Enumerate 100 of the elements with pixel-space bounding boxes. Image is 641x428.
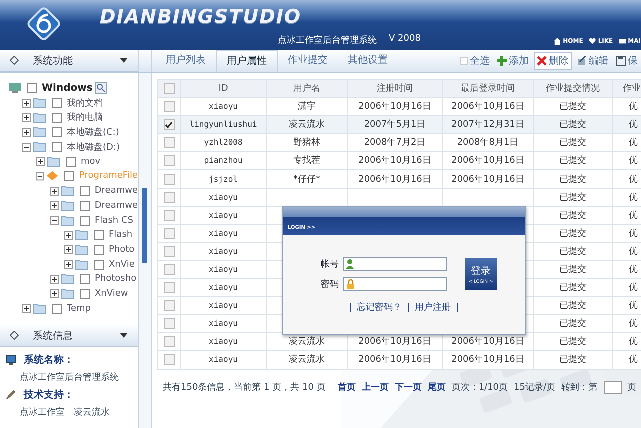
collapse-icon[interactable]	[36, 172, 44, 181]
checkbox[interactable]	[164, 318, 174, 330]
tree-item[interactable]: Flash CS	[95, 216, 134, 226]
tab[interactable]: 用户属性	[216, 50, 278, 72]
tree-item[interactable]: Photosho	[95, 274, 137, 284]
checkbox[interactable]	[164, 119, 174, 130]
expand-icon[interactable]	[36, 157, 45, 166]
checkbox[interactable]	[66, 156, 76, 167]
table-cell: 2006年10月16日	[452, 337, 524, 348]
checkbox[interactable]	[64, 171, 74, 182]
toolbar-button[interactable]: 全选	[458, 52, 492, 70]
checkbox[interactable]	[52, 142, 62, 152]
table-cell: 已提交	[560, 337, 586, 348]
computer-icon	[8, 82, 22, 94]
collapse-icon[interactable]	[50, 216, 59, 226]
tree-item[interactable]: mov	[81, 156, 101, 167]
checkbox[interactable]	[164, 228, 174, 239]
expand-icon[interactable]	[64, 230, 73, 240]
expand-icon[interactable]	[22, 304, 31, 314]
checkbox[interactable]	[94, 244, 104, 255]
goto-label: 转到：第	[562, 382, 598, 394]
checkbox[interactable]	[80, 288, 90, 299]
panel-title: 系统功能	[33, 54, 74, 68]
table-cell: 已提交	[560, 192, 586, 203]
expand-icon[interactable]	[64, 260, 73, 270]
tree-item[interactable]: 我的文档	[67, 96, 103, 110]
checkbox[interactable]	[164, 137, 174, 148]
tree-item[interactable]: Windows	[42, 82, 93, 94]
input-field[interactable]	[343, 277, 447, 291]
expand-icon[interactable]	[22, 113, 31, 122]
expand-icon[interactable]	[50, 274, 59, 284]
checkbox[interactable]	[164, 336, 174, 348]
expand-icon[interactable]	[50, 186, 59, 196]
expand-icon[interactable]	[64, 245, 73, 254]
input-field[interactable]	[343, 257, 447, 271]
tree-item[interactable]: 本地磁盘(C:)	[67, 126, 120, 139]
checkbox[interactable]	[80, 200, 90, 211]
tree-item[interactable]: Flash	[109, 230, 133, 240]
table-cell: 已提交	[560, 120, 586, 130]
checkbox[interactable]	[164, 246, 174, 257]
table-cell: 2006年10月16日	[452, 174, 524, 185]
expand-icon[interactable]	[22, 98, 31, 108]
table-cell: xiaoyu	[209, 283, 238, 292]
checkbox[interactable]	[52, 304, 62, 314]
dialog-link[interactable]: 用户注册	[415, 301, 451, 314]
collapse-icon[interactable]	[22, 142, 31, 152]
checkbox[interactable]	[164, 155, 174, 166]
checkbox[interactable]	[164, 264, 174, 275]
caret-icon	[120, 333, 128, 338]
checkbox[interactable]	[164, 83, 174, 94]
page-link[interactable]: 首页	[338, 380, 356, 394]
checkbox[interactable]	[80, 186, 90, 196]
expand-icon[interactable]	[22, 128, 31, 137]
tree-item[interactable]: Dreamwe	[94, 186, 138, 196]
toolbar-button[interactable]: 保	[614, 52, 640, 70]
info-label: 系统名称：	[24, 354, 74, 367]
info-label: 技术支持：	[24, 388, 74, 402]
checkbox[interactable]	[52, 98, 62, 108]
panel-header[interactable]: 系统信息	[0, 325, 138, 347]
checkbox[interactable]	[80, 216, 90, 226]
tab[interactable]: 用户列表	[156, 50, 216, 72]
expand-icon[interactable]	[50, 201, 59, 210]
toolbar-button[interactable]: 删除	[534, 52, 572, 70]
page-link[interactable]: 尾页	[428, 380, 446, 394]
checkbox[interactable]	[164, 300, 174, 312]
table-cell: 优	[629, 138, 638, 148]
table-cell: 已提交	[560, 138, 586, 148]
checkbox[interactable]	[164, 354, 174, 366]
checkbox[interactable]	[164, 174, 174, 185]
expand-icon[interactable]	[50, 289, 59, 298]
splitter-handle[interactable]	[142, 188, 147, 263]
checkbox[interactable]	[80, 274, 90, 284]
table-cell: 2006年10月16日	[452, 102, 524, 112]
table-cell: xiaoyu	[209, 264, 238, 274]
table-cell: xiaoyu	[209, 102, 238, 112]
tree-item[interactable]: XnView	[95, 288, 128, 299]
tab[interactable]: 作业提交	[278, 50, 338, 72]
toolbar-button[interactable]: 添加	[495, 52, 531, 70]
table-cell: 2006年10月16日	[358, 156, 432, 166]
checkbox[interactable]	[52, 112, 62, 123]
tab[interactable]: 其他设置	[338, 50, 398, 72]
tree-item[interactable]: Temp	[67, 304, 91, 314]
checkbox[interactable]	[52, 127, 62, 138]
checkbox[interactable]	[164, 210, 174, 221]
checkbox[interactable]	[164, 282, 174, 294]
tree-item[interactable]: Photo	[109, 244, 135, 255]
dialog-link[interactable]: 忘记密码？	[357, 301, 402, 314]
tree-item[interactable]: Dreamwe	[94, 200, 138, 211]
checkbox[interactable]	[164, 192, 174, 203]
search-icon[interactable]	[94, 82, 107, 94]
tree-item[interactable]: 本地磁盘(D:)	[67, 140, 120, 154]
page-link[interactable]: 下一页	[394, 380, 422, 394]
tree-item[interactable]: 我的电脑	[67, 111, 103, 124]
page-link[interactable]: 上一页	[362, 380, 389, 394]
toolbar-button[interactable]: 编辑	[575, 52, 611, 70]
checkbox[interactable]	[27, 83, 37, 94]
checkbox[interactable]	[94, 230, 104, 240]
checkbox[interactable]	[94, 260, 104, 270]
checkbox[interactable]	[164, 101, 174, 112]
tree-item[interactable]: XnVie	[109, 260, 135, 270]
